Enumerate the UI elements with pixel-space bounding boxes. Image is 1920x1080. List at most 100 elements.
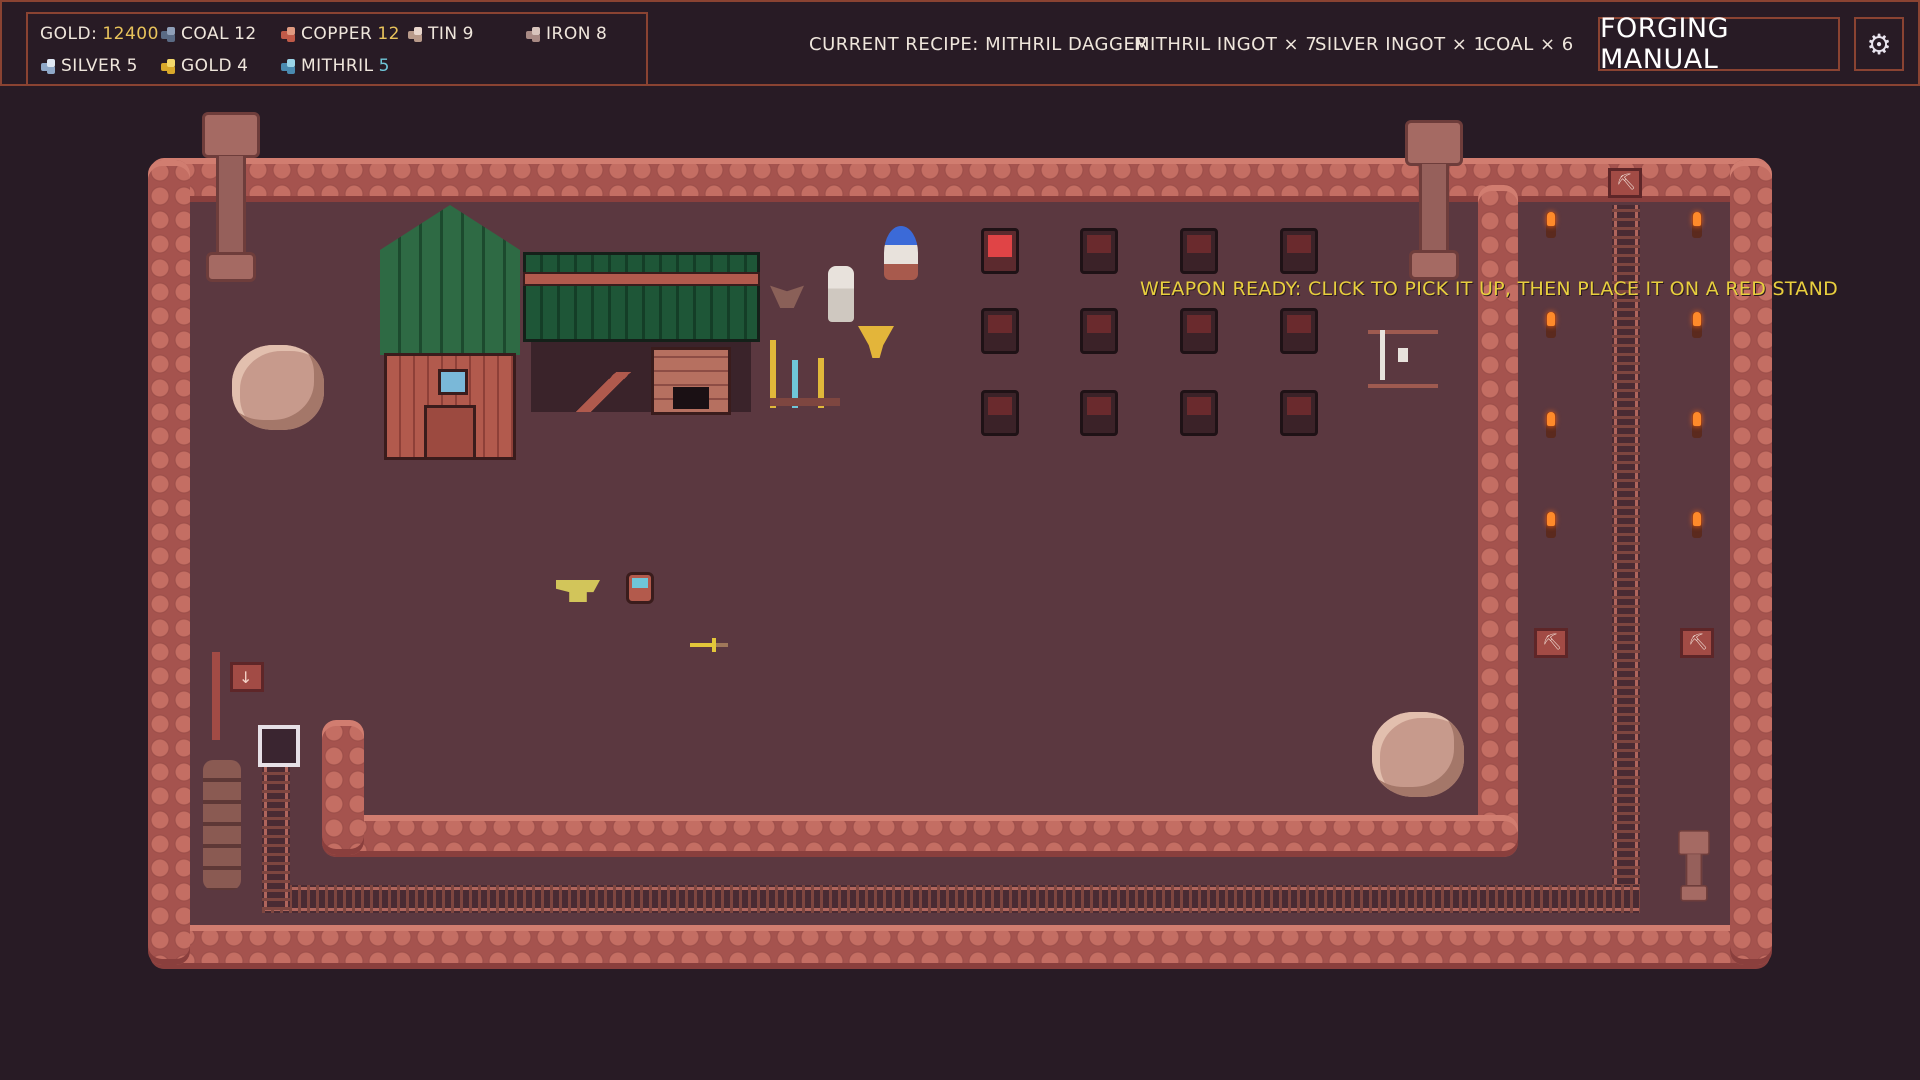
pillar-top-right — [1405, 120, 1463, 285]
resource-label: GOLD: — [40, 24, 98, 44]
workshop-roof — [523, 252, 760, 342]
resource-value: 12400 — [102, 24, 159, 44]
torch — [1546, 212, 1556, 238]
wall-top — [150, 158, 1770, 202]
weapon-stand[interactable] — [981, 308, 1019, 354]
recipe-requirement-mithril: MITHRIL INGOT × 7 — [1134, 34, 1318, 55]
torch — [1692, 512, 1702, 538]
resource-label: GOLD — [181, 56, 233, 76]
pickaxe-icon: ⛏ — [1616, 172, 1637, 191]
boulder-left — [232, 345, 324, 430]
pickaxe-icon: ⛏ — [1542, 632, 1563, 651]
forge-window — [438, 369, 468, 395]
gold-ore-icon — [160, 58, 176, 74]
weapon-stand[interactable] — [981, 390, 1019, 436]
pillar-top-left — [202, 112, 260, 287]
wall-bottom — [150, 925, 1770, 969]
weapon-stand[interactable] — [1080, 308, 1118, 354]
furnace-fire — [673, 387, 709, 409]
resource-label: COPPER — [301, 24, 373, 44]
rail-left — [262, 760, 290, 910]
weapon-stand[interactable] — [1280, 228, 1318, 274]
resource-value: 5 — [378, 56, 390, 76]
coal-ore-icon — [160, 26, 176, 42]
weapon-stand[interactable] — [1280, 390, 1318, 436]
workshop-shed[interactable] — [523, 252, 760, 417]
torch — [1692, 412, 1702, 438]
resource-gold-coins: GOLD: 12400 — [40, 24, 159, 44]
torch — [1546, 412, 1556, 438]
tin-ore-icon — [407, 26, 423, 42]
forging-manual-button[interactable]: FORGING MANUAL — [1598, 13, 1840, 75]
resource-label: MITHRIL — [301, 56, 374, 76]
minecart[interactable] — [258, 725, 300, 767]
rail-right — [1612, 205, 1640, 905]
torch — [1546, 312, 1556, 338]
resource-silver: SILVER 5 — [40, 56, 138, 76]
ready-dagger[interactable] — [690, 638, 728, 652]
weapon-stand[interactable] — [1080, 390, 1118, 436]
boulder-right — [1372, 712, 1464, 797]
armory-rack[interactable] — [1368, 330, 1438, 388]
resource-label: SILVER — [61, 56, 122, 76]
iron-ore-icon — [525, 26, 541, 42]
skeleton-worker[interactable] — [828, 266, 854, 322]
resource-value: 5 — [126, 56, 138, 76]
resource-tin: TIN 9 — [407, 24, 474, 44]
recipe-requirement: SILVER INGOT × 1 — [1315, 34, 1486, 55]
recipe-requirement: MITHRIL INGOT × 7 — [1134, 34, 1317, 55]
resource-value: 12 — [234, 24, 257, 44]
workshop-beam — [523, 272, 760, 286]
weapon-stand[interactable] — [1080, 228, 1118, 274]
weapon-ready-tooltip: WEAPON READY: CLICK TO PICK IT UP, THEN … — [1140, 278, 1839, 300]
resource-coal: COAL 12 — [160, 24, 257, 44]
wall-left — [148, 160, 190, 965]
weapon-stand[interactable] — [1180, 390, 1218, 436]
wizard-npc[interactable] — [884, 226, 918, 280]
settings-button[interactable]: ⚙ — [1854, 17, 1904, 71]
copper-ore-icon — [280, 26, 296, 42]
mithril-ore-icon — [280, 58, 296, 74]
weapon-stand[interactable] — [1180, 228, 1218, 274]
shop-sign-post — [212, 652, 220, 740]
weapon-stand[interactable] — [1180, 308, 1218, 354]
resource-label: COAL — [181, 24, 230, 44]
silver-ore-icon — [40, 58, 56, 74]
resource-value: 9 — [462, 24, 474, 44]
current-recipe-bar: CURRENT RECIPE: MITHRIL DAGGER — [809, 34, 1148, 55]
torch — [1692, 212, 1702, 238]
resource-value: 4 — [237, 56, 249, 76]
resource-value: 12 — [377, 24, 400, 44]
forge-house[interactable] — [380, 205, 520, 460]
gear-icon: ⚙ — [1866, 27, 1892, 61]
pickaxe-icon: ⛏ — [1688, 632, 1709, 651]
resource-panel: GOLD: 12400 COAL 12 COPPER 12 TIN 9 IRON… — [26, 12, 648, 86]
water-bucket[interactable] — [626, 572, 654, 604]
resource-label: TIN — [428, 24, 458, 44]
wall-inner-bottom — [322, 815, 1518, 857]
resource-copper: COPPER 12 — [280, 24, 400, 44]
download-arrow-icon: ↓ — [239, 668, 253, 687]
top-hud: GOLD: 12400 COAL 12 COPPER 12 TIN 9 IRON… — [0, 0, 1920, 86]
weapon-rack[interactable] — [770, 340, 840, 410]
forge-door[interactable] — [424, 405, 476, 460]
weapon-stand-red[interactable] — [981, 228, 1019, 274]
resource-value: 8 — [595, 24, 608, 44]
current-recipe-label: CURRENT RECIPE: MITHRIL DAGGER — [809, 34, 1149, 55]
torch — [1546, 512, 1556, 538]
wall-inner-left — [322, 720, 364, 855]
pillar-bottom-right — [1678, 830, 1710, 902]
anvil-bench[interactable] — [571, 372, 631, 412]
resource-mithril: MITHRIL 5 — [280, 56, 390, 76]
weapon-stand[interactable] — [1280, 308, 1318, 354]
torch — [1692, 312, 1702, 338]
game-world[interactable]: ↓ ⛏ ⛏ ⛏ WEAPON READY: CLICK TO PICK IT U… — [0, 0, 1920, 1080]
resource-iron: IRON 8 — [525, 24, 607, 44]
resource-gold-ore: GOLD 4 — [160, 56, 248, 76]
recipe-requirement-coal: COAL × 6 — [1483, 34, 1574, 55]
forge-roof — [380, 205, 520, 355]
ore-pile — [203, 760, 241, 890]
resource-label: IRON — [546, 24, 591, 44]
rail-bottom — [262, 885, 1640, 913]
recipe-requirement: COAL × 6 — [1483, 34, 1574, 55]
